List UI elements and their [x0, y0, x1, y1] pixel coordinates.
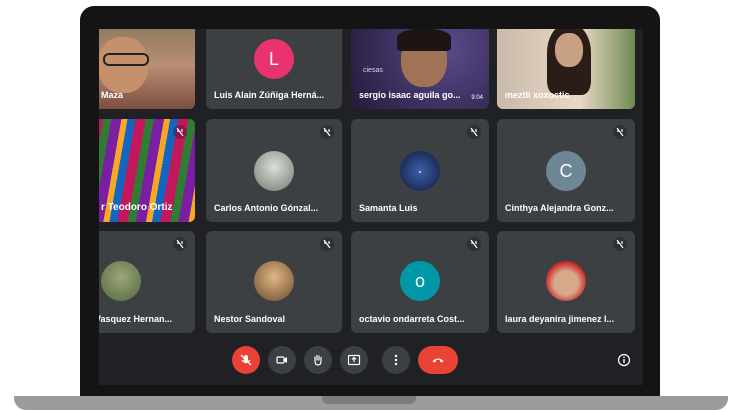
present-button[interactable] — [340, 346, 368, 374]
mic-off-indicator — [173, 237, 187, 251]
camera-icon — [276, 356, 287, 364]
participant-avatar: ● — [400, 151, 440, 191]
participant-tile[interactable]: r Teodoro Ortiz — [99, 119, 195, 222]
info-icon — [617, 353, 631, 367]
participant-tile[interactable]: Nestor Sandoval — [206, 231, 342, 333]
participant-name: octavio ondarreta Cost... — [359, 314, 465, 324]
leave-call-button[interactable] — [418, 346, 458, 374]
participant-avatar — [254, 151, 294, 191]
mic-off-indicator — [320, 237, 334, 251]
participant-name: Cinthya Alejandra Gonz... — [505, 203, 614, 213]
time-overlay: 9:04 — [471, 95, 483, 101]
end-call-icon — [432, 358, 444, 363]
participant-tile[interactable]: ciesas 9:04 sergio isaac aguila go... — [351, 29, 489, 109]
participant-name: Nestor Sandoval — [214, 314, 286, 324]
participant-tile[interactable]: L Luis Alain Zúñiga Herná... — [206, 29, 342, 109]
participant-avatar — [101, 261, 141, 301]
present-screen-icon — [347, 354, 361, 366]
participant-avatar: o — [400, 261, 440, 301]
participant-name: Maza — [101, 90, 124, 100]
participant-tile[interactable]: Maza — [99, 29, 195, 109]
participant-tile[interactable]: Carlos Antonio Gónzal... — [206, 119, 342, 222]
meeting-info-button[interactable] — [612, 346, 636, 374]
participant-name: r Teodoro Ortiz — [101, 202, 173, 213]
meeting-screen: Maza L Luis Alain Zúñiga Herná... ciesas… — [99, 29, 643, 385]
participant-name: Luis Alain Zúñiga Herná... — [214, 90, 325, 100]
participant-tile[interactable]: meztli xoxoctic — [497, 29, 635, 109]
logo-overlay: ciesas — [363, 67, 383, 74]
participant-name: Vasquez Hernan... — [99, 314, 173, 324]
mic-off-indicator — [467, 125, 481, 139]
mic-off-indicator — [613, 125, 627, 139]
participant-avatar: L — [254, 39, 294, 79]
more-options-icon — [394, 354, 398, 366]
mic-off-indicator — [320, 125, 334, 139]
camera-toggle-button[interactable] — [268, 346, 296, 374]
hand-icon — [314, 354, 322, 366]
more-options-button[interactable] — [382, 346, 410, 374]
participant-avatar: C — [546, 151, 586, 191]
mic-off-indicator — [173, 125, 187, 139]
participant-tile[interactable]: ● Samanta Luis — [351, 119, 489, 222]
participant-tile[interactable]: laura deyanira jimenez l... — [497, 231, 635, 333]
mic-toggle-button[interactable] — [232, 346, 260, 374]
mic-off-icon — [240, 354, 252, 366]
laptop-notch — [322, 396, 416, 404]
participant-tile[interactable]: Vasquez Hernan... — [99, 231, 195, 333]
mic-off-indicator — [467, 237, 481, 251]
participant-name: Carlos Antonio Gónzal... — [214, 203, 319, 213]
participant-name: sergio isaac aguila go... — [359, 90, 461, 100]
participant-avatar — [546, 261, 586, 301]
raise-hand-button[interactable] — [304, 346, 332, 374]
participant-name: meztli xoxoctic — [505, 90, 570, 100]
participant-tile[interactable]: C Cinthya Alejandra Gonz... — [497, 119, 635, 222]
participant-name: Samanta Luis — [359, 203, 418, 213]
participant-tile[interactable]: o octavio ondarreta Cost... — [351, 231, 489, 333]
mic-off-indicator — [613, 237, 627, 251]
participant-name: laura deyanira jimenez l... — [505, 314, 615, 324]
participant-avatar — [254, 261, 294, 301]
